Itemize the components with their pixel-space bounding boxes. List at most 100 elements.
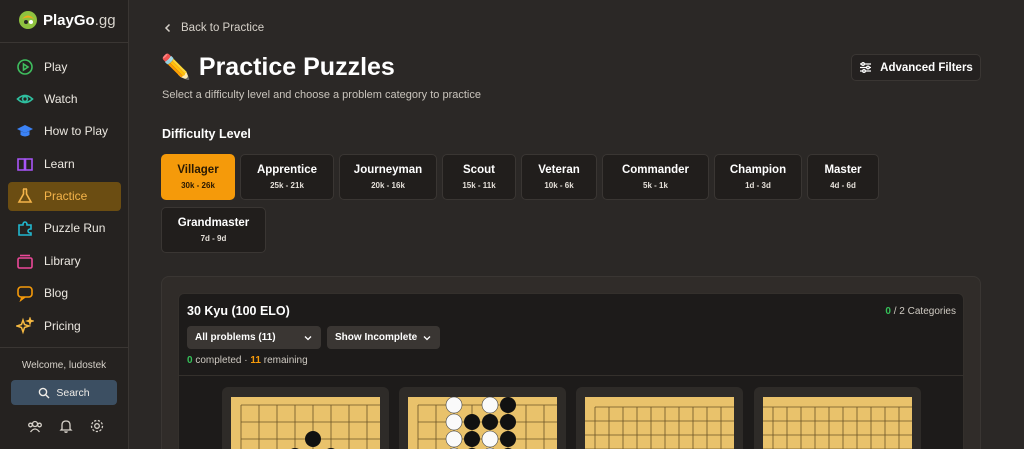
difficulty-levels: Villager 30k - 26k Apprentice 25k - 21k …	[161, 154, 881, 253]
back-link[interactable]: Back to Practice	[162, 22, 264, 34]
difficulty-name: Master	[824, 164, 862, 176]
chevron-left-icon	[164, 23, 171, 33]
go-board	[231, 397, 380, 449]
white-stone	[481, 430, 499, 448]
difficulty-name: Veteran	[538, 164, 580, 176]
play-icon	[17, 58, 33, 75]
puzzle-card[interactable]	[754, 387, 921, 449]
graduation-cap-icon	[17, 125, 33, 137]
search-button[interactable]: Search	[11, 380, 117, 405]
sliders-icon	[860, 62, 872, 73]
advanced-filters-label: Advanced Filters	[880, 61, 973, 74]
sidebar-item-label: How to Play	[44, 124, 109, 139]
sidebar-footer-icons	[27, 418, 105, 434]
go-board	[763, 397, 912, 449]
sidebar-item-label: Practice	[44, 189, 88, 204]
page-subtitle: Select a difficulty level and choose a p…	[162, 89, 481, 101]
black-stone	[500, 397, 516, 413]
difficulty-scout[interactable]: Scout 15k - 11k	[442, 154, 516, 200]
friends-icon[interactable]	[27, 418, 43, 434]
search-icon	[39, 387, 50, 398]
go-board	[585, 397, 734, 449]
back-label: Back to Practice	[181, 22, 265, 34]
difficulty-veteran[interactable]: Veteran 10k - 6k	[521, 154, 597, 200]
sidebar-item-play[interactable]: Play	[8, 52, 121, 81]
black-stone	[464, 431, 480, 447]
sidebar-item-label: Puzzle Run	[44, 221, 106, 236]
black-stone	[482, 414, 498, 430]
difficulty-heading: Difficulty Level	[162, 127, 251, 141]
puzzle-card[interactable]	[222, 387, 389, 449]
black-stone	[305, 431, 321, 447]
sparkles-icon	[16, 316, 34, 334]
difficulty-villager[interactable]: Villager 30k - 26k	[161, 154, 235, 200]
sidebar-item-pricing[interactable]: Pricing	[8, 311, 121, 340]
sidebar-item-library[interactable]: Library	[8, 246, 121, 275]
main-nav: Play Watch How to Play Learn Practice Pu…	[8, 52, 121, 344]
difficulty-name: Villager	[177, 164, 219, 176]
remaining-text: remaining	[263, 355, 308, 366]
pencil-icon: ✏️	[161, 54, 191, 81]
difficulty-range: 20k - 16k	[371, 181, 405, 190]
search-label: Search	[56, 386, 90, 399]
divider	[0, 42, 128, 43]
sidebar-item-label: Blog	[44, 286, 69, 301]
difficulty-name: Champion	[729, 164, 787, 176]
black-stone	[500, 431, 516, 447]
chat-icon	[17, 286, 33, 303]
flask-icon	[17, 188, 33, 203]
difficulty-name: Journeyman	[353, 164, 423, 176]
gear-icon[interactable]	[89, 418, 105, 434]
black-stone	[500, 414, 516, 430]
sidebar-item-practice[interactable]: Practice	[8, 181, 121, 211]
white-stone	[445, 397, 463, 414]
logo[interactable]: PlayGo.gg	[18, 10, 116, 30]
status-filter-select[interactable]: Show Incomplete	[327, 326, 440, 349]
difficulty-range: 15k - 11k	[462, 181, 496, 190]
category-title: 30 Kyu (100 ELO)	[187, 304, 290, 318]
difficulty-commander[interactable]: Commander 5k - 1k	[602, 154, 709, 200]
sidebar-item-label: Watch	[44, 91, 78, 106]
library-icon	[17, 254, 33, 269]
advanced-filters-button[interactable]: Advanced Filters	[851, 54, 981, 81]
sidebar-item-learn[interactable]: Learn	[8, 149, 121, 178]
difficulty-name: Grandmaster	[177, 217, 250, 229]
difficulty-master[interactable]: Master 4d - 6d	[807, 154, 879, 200]
completed-text: completed ·	[195, 355, 248, 366]
divider	[179, 375, 963, 376]
sidebar-item-puzzle-run[interactable]: Puzzle Run	[8, 214, 121, 243]
white-stone	[481, 397, 499, 414]
problem-filter-value: All problems (11)	[195, 332, 276, 343]
sidebar-item-watch[interactable]: Watch	[8, 84, 121, 113]
categories-count: 0 / 2 Categories	[885, 306, 956, 317]
difficulty-range: 4d - 6d	[830, 181, 856, 190]
bell-icon[interactable]	[58, 418, 74, 434]
difficulty-range: 25k - 21k	[270, 181, 304, 190]
completed-count: 0	[187, 355, 193, 366]
sidebar-item-label: Learn	[44, 156, 75, 171]
difficulty-range: 1d - 3d	[745, 181, 771, 190]
sidebar-item-label: Play	[44, 59, 68, 74]
difficulty-range: 10k - 6k	[544, 181, 574, 190]
difficulty-apprentice[interactable]: Apprentice 25k - 21k	[240, 154, 334, 200]
page-title: ✏️ Practice Puzzles	[161, 53, 395, 82]
problem-filter-select[interactable]: All problems (11)	[187, 326, 321, 349]
puzzle-card[interactable]	[399, 387, 566, 449]
status-filter-value: Show Incomplete	[335, 332, 418, 343]
page-title-text: Practice Puzzles	[198, 53, 395, 81]
white-stone	[445, 430, 463, 448]
go-board	[408, 397, 557, 449]
chevron-down-icon	[423, 335, 431, 340]
difficulty-grandmaster[interactable]: Grandmaster 7d - 9d	[161, 207, 266, 253]
puzzle-icon	[18, 221, 32, 237]
puzzle-card[interactable]	[576, 387, 743, 449]
difficulty-range: 30k - 26k	[181, 181, 215, 190]
difficulty-range: 5k - 1k	[643, 181, 668, 190]
sidebar-item-blog[interactable]: Blog	[8, 279, 121, 308]
book-icon	[17, 157, 33, 171]
chevron-down-icon	[304, 335, 312, 340]
difficulty-journeyman[interactable]: Journeyman 20k - 16k	[339, 154, 437, 200]
difficulty-champion[interactable]: Champion 1d - 3d	[714, 154, 802, 200]
sidebar-item-how-to-play[interactable]: How to Play	[8, 117, 121, 146]
welcome-text: Welcome, ludostek	[21, 360, 107, 371]
